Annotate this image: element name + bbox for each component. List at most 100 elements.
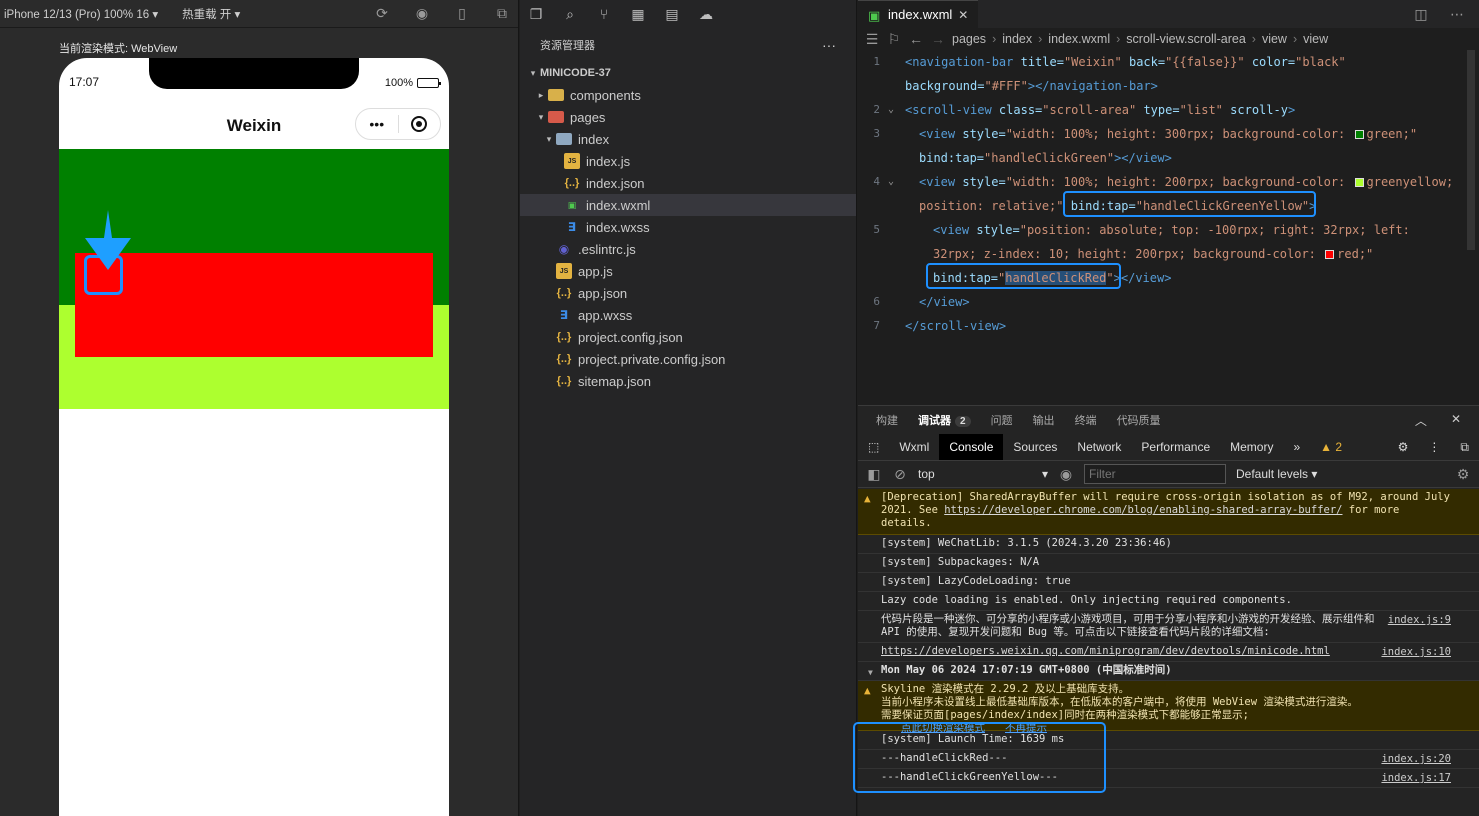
console-message[interactable]: Lazy code loading is enabled. Only injec… xyxy=(858,592,1479,611)
source-link[interactable]: index.js:9 xyxy=(1388,614,1451,627)
breadcrumb-item[interactable]: view xyxy=(1303,32,1328,46)
tree-item-index-wxml[interactable]: ▣ index.wxml xyxy=(520,194,856,216)
cloud-icon[interactable]: ☁ xyxy=(698,6,714,22)
tab-sources[interactable]: Sources xyxy=(1003,434,1067,460)
device-select[interactable]: iPhone 12/13 (Pro) 100% 16 ▾ xyxy=(4,7,158,21)
tree-item-components[interactable]: ▸ components xyxy=(520,84,856,106)
tree-item-app-json[interactable]: {..} app.json xyxy=(520,282,856,304)
context-select[interactable]: top ▾ xyxy=(918,467,1048,481)
back-icon[interactable]: ← xyxy=(908,31,924,47)
layout-icon[interactable]: ▤ xyxy=(664,6,680,22)
window-icon[interactable]: ⧉ xyxy=(494,5,510,22)
panel-tab[interactable]: 调试器 2 xyxy=(918,412,971,428)
tree-item-sitemap-json[interactable]: {..} sitemap.json xyxy=(520,370,856,392)
message-link[interactable]: https://developer.chrome.com/blog/enabli… xyxy=(944,504,1342,516)
rotate-icon[interactable]: ⟳ xyxy=(374,5,390,22)
tab-network[interactable]: Network xyxy=(1067,434,1131,460)
close-panel-icon[interactable]: ✕ xyxy=(1451,412,1461,429)
panel-tab[interactable]: 输出 xyxy=(1033,412,1055,428)
breadcrumb-item[interactable]: pages xyxy=(952,32,986,46)
code-line[interactable]: 3 <view style="width: 100%; height: 300rp… xyxy=(858,122,1479,146)
more-button[interactable]: ••• xyxy=(356,116,398,132)
chevron-down-icon[interactable]: ▼ xyxy=(868,666,873,679)
tree-item-app-wxss[interactable]: ∃ app.wxss xyxy=(520,304,856,326)
tab-wxml[interactable]: Wxml xyxy=(889,434,939,460)
panel-tab[interactable]: 终端 xyxy=(1075,412,1097,428)
tree-item-index-js[interactable]: JS index.js xyxy=(520,150,856,172)
extensions-icon[interactable]: ▦ xyxy=(630,6,646,22)
code-line[interactable]: 5 <view style="position: absolute; top: -… xyxy=(858,218,1479,242)
sidebar-toggle-icon[interactable]: ◧ xyxy=(866,466,882,482)
console-filter-input[interactable] xyxy=(1084,464,1226,484)
dock-icon[interactable]: ⧉ xyxy=(1450,434,1479,460)
tree-root[interactable]: ▾ MINICODE-37 xyxy=(520,62,856,84)
color-swatch[interactable] xyxy=(1354,178,1364,187)
color-swatch[interactable] xyxy=(1325,250,1335,259)
tab-memory[interactable]: Memory xyxy=(1220,434,1283,460)
console-message[interactable]: [system] WeChatLib: 3.1.5 (2024.3.20 23:… xyxy=(858,535,1479,554)
hot-reload-toggle[interactable]: 热重载 开 ▾ xyxy=(182,6,240,22)
console-message[interactable]: https://developers.weixin.qq.com/minipro… xyxy=(858,643,1479,662)
tab-index-wxml[interactable]: ▣ index.wxml ✕ xyxy=(858,0,979,28)
console-settings-icon[interactable]: ⚙ xyxy=(1455,466,1471,482)
panel-tab[interactable]: 问题 xyxy=(991,412,1013,428)
settings-icon[interactable]: ⚙ xyxy=(1388,434,1419,460)
tab-console[interactable]: Console xyxy=(939,434,1004,460)
warning-counter[interactable]: ▲ 2 xyxy=(1310,434,1352,460)
console-message[interactable]: [system] LazyCodeLoading: true xyxy=(858,573,1479,592)
tree-item-pages[interactable]: ▾ pages xyxy=(520,106,856,128)
tree-item-index-wxss[interactable]: ∃ index.wxss xyxy=(520,216,856,238)
forward-icon[interactable]: → xyxy=(930,31,946,47)
explorer-more-button[interactable]: ··· xyxy=(822,37,836,53)
source-control-icon[interactable]: ⑂ xyxy=(596,6,612,22)
eye-icon[interactable]: ◉ xyxy=(1058,466,1074,482)
console-message[interactable]: ▲ [Deprecation] SharedArrayBuffer will re… xyxy=(858,489,1479,535)
phone-icon[interactable]: ▯ xyxy=(454,5,470,22)
log-levels-select[interactable]: Default levels ▾ xyxy=(1236,467,1317,481)
message-link[interactable]: https://developers.weixin.qq.com/minipro… xyxy=(881,645,1330,657)
tree-item-project-config-json[interactable]: {..} project.config.json xyxy=(520,326,856,348)
panel-tab[interactable]: 构建 xyxy=(876,412,898,428)
console-message[interactable]: 代码片段是一种迷你、可分享的小程序或小游戏项目，可用于分享小程序和小游戏的开发经… xyxy=(858,611,1479,643)
more-tabs-button[interactable]: » xyxy=(1283,434,1310,460)
editor-scrollbar[interactable] xyxy=(1467,50,1475,250)
fold-chevron-icon[interactable]: ⌄ xyxy=(888,170,894,194)
list-icon[interactable]: ☰ xyxy=(864,31,880,47)
clear-console-icon[interactable]: ⊘ xyxy=(892,466,908,482)
breadcrumb-item[interactable]: view xyxy=(1262,32,1287,46)
more-actions-icon[interactable]: ⋯ xyxy=(1449,6,1465,22)
panel-tab[interactable]: 代码质量 xyxy=(1117,412,1161,428)
files-icon[interactable]: ❐ xyxy=(528,6,544,22)
tree-item-app-js[interactable]: JS app.js xyxy=(520,260,856,282)
close-tab-icon[interactable]: ✕ xyxy=(958,8,968,22)
code-line[interactable]: background="#FFF"></navigation-bar> xyxy=(858,74,1479,98)
console-message[interactable]: [system] Subpackages: N/A xyxy=(858,554,1479,573)
collapse-panel-icon[interactable]: ︿ xyxy=(1415,412,1427,429)
search-icon[interactable]: ⌕ xyxy=(562,6,578,22)
record-icon[interactable]: ◉ xyxy=(414,5,430,22)
source-link[interactable]: index.js:20 xyxy=(1381,753,1451,766)
close-capsule-button[interactable] xyxy=(399,116,441,132)
bookmark-icon[interactable]: ⚐ xyxy=(886,31,902,47)
tree-item-project-private-config-json[interactable]: {..} project.private.config.json xyxy=(520,348,856,370)
fold-chevron-icon[interactable]: ⌄ xyxy=(888,98,894,122)
code-line[interactable]: 2 ⌄ <scroll-view class="scroll-area" type=… xyxy=(858,98,1479,122)
kebab-menu-icon[interactable]: ⋮ xyxy=(1418,434,1450,460)
color-swatch[interactable] xyxy=(1354,130,1364,139)
split-editor-icon[interactable]: ◫ xyxy=(1413,6,1429,22)
code-line[interactable]: 1 <navigation-bar title="Weixin" back="{{… xyxy=(858,50,1479,74)
code-line[interactable]: 6 </view> xyxy=(858,290,1479,314)
console-message[interactable]: ▼ Mon May 06 2024 17:07:19 GMT+0800 (中国标准… xyxy=(858,662,1479,681)
breadcrumb-item[interactable]: scroll-view.scroll-area xyxy=(1126,32,1245,46)
tree-item-index-json[interactable]: {..} index.json xyxy=(520,172,856,194)
breadcrumb-item[interactable]: index.wxml xyxy=(1048,32,1110,46)
source-link[interactable]: index.js:17 xyxy=(1381,772,1451,785)
code-line[interactable]: bind:tap="handleClickGreen"></view> xyxy=(858,146,1479,170)
breadcrumb-item[interactable]: index xyxy=(1002,32,1032,46)
tree-item--eslintrc-js[interactable]: ◉ .eslintrc.js xyxy=(520,238,856,260)
code-line[interactable]: 7 </scroll-view> xyxy=(858,314,1479,338)
source-link[interactable]: index.js:10 xyxy=(1381,646,1451,659)
tab-performance[interactable]: Performance xyxy=(1131,434,1220,460)
tree-item-index[interactable]: ▾ index xyxy=(520,128,856,150)
inspect-icon[interactable]: ⬚ xyxy=(858,434,889,460)
